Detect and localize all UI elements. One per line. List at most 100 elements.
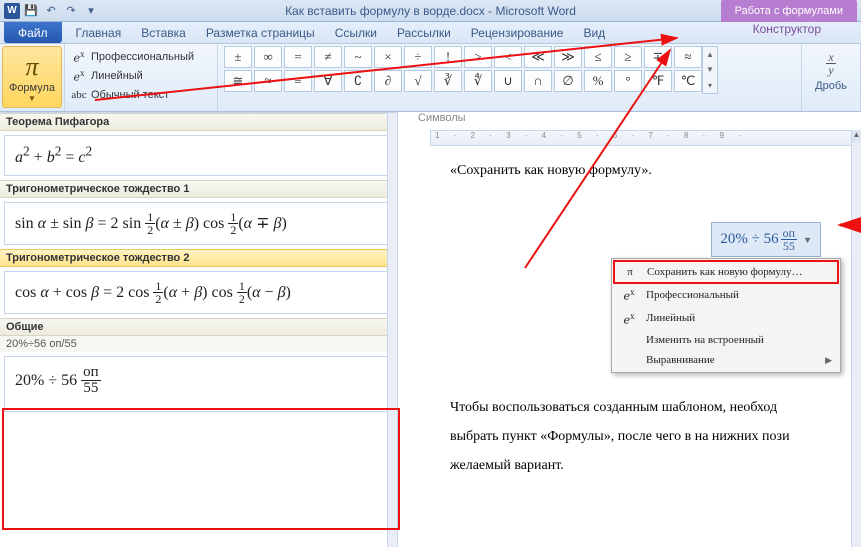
horizontal-ruler[interactable]: 1 · 2 · 3 · 4 · 5 · 6 · 7 · 8 · 9 · — [430, 130, 861, 146]
menu-professional[interactable]: ℯx Профессиональный — [614, 283, 838, 307]
symbol-cell[interactable]: % — [584, 70, 612, 92]
symbols-gallery: ±∞=≠~×÷!><≪≫≤≥∓≈ ≅≈≡∀∁∂√∛∜∪∩∅%°℉℃ ▲ ▼ ▾ — [218, 44, 802, 111]
symbol-cell[interactable]: ∓ — [644, 46, 672, 68]
redo-icon[interactable]: ↷ — [62, 2, 80, 20]
file-tab[interactable]: Файл — [4, 22, 62, 43]
equation-dropdown-icon[interactable]: ▼ — [803, 235, 812, 245]
qat-dropdown-icon[interactable]: ▾ — [82, 2, 100, 20]
symbol-cell[interactable]: ≈ — [674, 46, 702, 68]
symbol-cell[interactable]: ≪ — [524, 46, 552, 68]
word-icon: W — [4, 3, 20, 19]
tab-home[interactable]: Главная — [66, 22, 132, 43]
symbol-cell[interactable]: ≡ — [284, 70, 312, 92]
fraction-button[interactable]: xy Дробь — [808, 46, 854, 92]
document-area: Символы 1 · 2 · 3 · 4 · 5 · 6 · 7 · 8 · … — [410, 112, 861, 547]
menu-linear[interactable]: ℯx Линейный — [614, 307, 838, 331]
menu-change-inline[interactable]: Изменить на встроенный — [614, 330, 838, 350]
undo-icon[interactable]: ↶ — [42, 2, 60, 20]
tab-review[interactable]: Рецензирование — [461, 22, 574, 43]
index-icon: ex — [823, 98, 839, 112]
tab-constructor[interactable]: Конструктор — [743, 22, 831, 36]
gallery-item-trig1[interactable]: sin α ± sin β = 2 sin 12(α ± β) cos 12(α… — [4, 202, 393, 245]
symbol-cell[interactable]: ∪ — [494, 70, 522, 92]
doc-text: выбрать пункт «Формулы», после чего в на… — [450, 426, 851, 447]
chevron-down-icon[interactable]: ▼ — [703, 62, 717, 77]
gallery-item-pythagoras[interactable]: a2 + b2 = c2 — [4, 135, 393, 176]
menu-alignment[interactable]: Выравнивание ▶ — [614, 350, 838, 370]
ribbon-tabs: Файл Главная Вставка Разметка страницы С… — [0, 22, 861, 44]
symbol-cell[interactable]: ° — [614, 70, 642, 92]
chevron-up-icon[interactable]: ▲ — [852, 130, 861, 142]
tab-insert[interactable]: Вставка — [131, 22, 196, 43]
symbol-cell[interactable]: ! — [434, 46, 462, 68]
symbol-cell[interactable]: × — [374, 46, 402, 68]
symbol-cell[interactable]: ∁ — [344, 70, 372, 92]
symbol-cell[interactable]: ~ — [344, 46, 372, 68]
format-linear[interactable]: ℯx Линейный — [71, 67, 211, 85]
symbol-cell[interactable]: > — [464, 46, 492, 68]
symbol-cell[interactable]: ÷ — [404, 46, 432, 68]
pi-icon: π — [25, 52, 38, 82]
symbols-group-label: Символы — [418, 112, 466, 124]
symbol-cell[interactable]: ∀ — [314, 70, 342, 92]
gallery-category: Тригонометрическое тождество 1 — [0, 180, 397, 198]
symbol-cell[interactable]: ≈ — [254, 70, 282, 92]
title-bar: W 💾 ↶ ↷ ▾ Как вставить формулу в ворде.d… — [0, 0, 861, 22]
chevron-right-icon: ▶ — [825, 355, 832, 366]
symbol-cell[interactable]: ≥ — [614, 46, 642, 68]
symbol-cell[interactable]: √ — [404, 70, 432, 92]
professional-icon: ℯx — [71, 49, 87, 65]
symbol-cell[interactable]: ℉ — [644, 70, 672, 92]
equation-text: cos α + cos β = 2 cos 12(α + β) cos 12(α… — [15, 284, 291, 301]
symbol-cell[interactable]: ∂ — [374, 70, 402, 92]
symbol-cell[interactable]: ∜ — [464, 70, 492, 92]
doc-text: желаемый вариант. — [450, 455, 851, 476]
gallery-category: Тригонометрическое тождество 2 — [0, 249, 397, 267]
fraction-icon: xy — [826, 46, 835, 80]
symbol-cell[interactable]: ∞ — [254, 46, 282, 68]
linear-icon: ℯx — [71, 68, 87, 84]
index-button[interactable]: ex Индекс — [808, 98, 854, 112]
chevron-up-icon[interactable]: ▲ — [703, 47, 717, 62]
format-plain[interactable]: abc Обычный текст — [71, 86, 211, 104]
symbol-cell[interactable]: < — [494, 46, 522, 68]
gallery-item-custom[interactable]: 20% ÷ 56 оп55 — [4, 356, 393, 412]
professional-icon: ℯx — [620, 287, 638, 303]
menu-save-new-formula[interactable]: π Сохранить как новую формулу… — [613, 260, 839, 284]
equation-context-menu: π Сохранить как новую формулу… ℯx Профес… — [611, 258, 841, 373]
symbols-scroll[interactable]: ▲ ▼ ▾ — [702, 46, 718, 94]
symbol-cell[interactable]: ∅ — [554, 70, 582, 92]
formula-gallery-button[interactable]: π Формула ▼ — [2, 46, 62, 108]
tab-refs[interactable]: Ссылки — [325, 22, 387, 43]
document-body[interactable]: «Сохранить как новую формулу». 20% ÷ 56 … — [450, 152, 851, 547]
symbol-cell[interactable]: ∛ — [434, 70, 462, 92]
format-professional[interactable]: ℯx Профессиональный — [71, 48, 211, 66]
gallery-category-custom: Общие — [0, 318, 397, 336]
gallery-scrollbar[interactable] — [387, 113, 397, 547]
pi-icon: π — [621, 266, 639, 278]
symbol-cell[interactable]: ≫ — [554, 46, 582, 68]
symbol-cell[interactable]: ∩ — [524, 70, 552, 92]
vertical-scrollbar[interactable]: ▲ — [851, 130, 861, 547]
gallery-item-trig2[interactable]: cos α + cos β = 2 cos 12(α + β) cos 12(α… — [4, 271, 393, 314]
equation-object[interactable]: 20% ÷ 56 оп 55 ▼ — [711, 222, 821, 257]
tab-layout[interactable]: Разметка страницы — [196, 22, 325, 43]
doc-text: Чтобы воспользоваться созданным шаблоном… — [450, 397, 851, 418]
tab-mailings[interactable]: Рассылки — [387, 22, 461, 43]
save-icon[interactable]: 💾 — [22, 2, 40, 20]
doc-text: «Сохранить как новую формулу». — [450, 160, 851, 181]
symbol-cell[interactable]: ± — [224, 46, 252, 68]
ribbon: π Формула ▼ ℯx Профессиональный ℯx Линей… — [0, 44, 861, 112]
symbol-cell[interactable]: ≠ — [314, 46, 342, 68]
formula-gallery-panel: Теорема Пифагора a2 + b2 = c2 Тригономет… — [0, 112, 398, 547]
symbol-cell[interactable]: ≅ — [224, 70, 252, 92]
symbol-cell[interactable]: = — [284, 46, 312, 68]
equation-text: a2 + b2 = c2 — [15, 149, 92, 166]
structures-group: xy Дробь ex Индекс n√x Радикал — [802, 44, 861, 111]
tab-view[interactable]: Вид — [573, 22, 615, 43]
symbol-cell[interactable]: ℃ — [674, 70, 702, 92]
more-icon[interactable]: ▾ — [703, 78, 717, 93]
gallery-category: Теорема Пифагора — [0, 113, 397, 131]
symbol-cell[interactable]: ≤ — [584, 46, 612, 68]
plain-text-icon: abc — [71, 89, 87, 101]
